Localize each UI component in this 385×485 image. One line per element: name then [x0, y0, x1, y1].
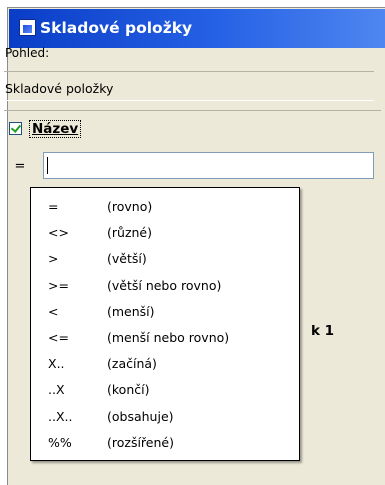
operator-menu-item[interactable]: <= (menší nebo rovno): [31, 325, 299, 351]
divider: [4, 110, 381, 111]
operator-menu-item[interactable]: ..X.. (obsahuje): [31, 404, 299, 430]
view-selector[interactable]: Skladové položky: [4, 71, 374, 101]
window-icon: [19, 19, 36, 36]
nazev-field-label[interactable]: Název: [29, 120, 82, 138]
operator-description: (různé): [107, 225, 152, 241]
operator-description: (končí): [107, 382, 150, 398]
operator-menu-item[interactable]: = (rovno): [31, 194, 299, 220]
operator-description: (větší): [107, 251, 147, 267]
operator-button[interactable]: =: [9, 156, 31, 178]
operator-symbol: >=: [48, 277, 69, 293]
operator-symbol: <=: [48, 330, 69, 345]
operator-description: (obsahuje): [107, 408, 174, 424]
operator-symbol: X..: [48, 356, 65, 372]
text-caret: [47, 157, 48, 174]
operator-menu-item[interactable]: ..X (končí): [31, 377, 299, 403]
panel-title-bar: Skladové položky: [9, 9, 385, 48]
operator-description: (menší): [107, 303, 155, 319]
operator-description: (začíná): [107, 356, 157, 372]
filter-value-input[interactable]: [43, 152, 374, 179]
operator-symbol: ..X..: [48, 408, 73, 424]
operator-symbol: %%: [48, 434, 72, 450]
operator-symbol: >: [48, 251, 59, 267]
operator-description: (rovno): [107, 199, 153, 214]
operator-symbol: <>: [48, 225, 69, 241]
operator-menu-item[interactable]: > (větší): [31, 246, 299, 272]
operator-description: (menší nebo rovno): [107, 330, 230, 345]
operator-menu-item[interactable]: X.. (začíná): [31, 351, 299, 377]
view-label: Pohled:: [5, 46, 50, 60]
operator-menu-item[interactable]: %% (rozšířené): [31, 430, 299, 456]
operator-menu-item[interactable]: >= (větší nebo rovno): [31, 273, 299, 299]
operator-description: (větší nebo rovno): [107, 277, 222, 293]
operator-symbol: =: [48, 199, 59, 214]
operator-description: (rozšířené): [107, 434, 174, 450]
operator-symbol: ..X: [48, 382, 65, 398]
operator-dropdown-menu: = (rovno) <> (různé) > (větší) >= (větší nebo r…: [30, 187, 300, 461]
background-label-partial: k 1: [311, 323, 335, 339]
nazev-checkbox[interactable]: [9, 122, 22, 135]
operator-menu-item[interactable]: <> (různé): [31, 220, 299, 246]
operator-menu-item[interactable]: < (menší): [31, 299, 299, 325]
panel-title: Skladové položky: [40, 19, 193, 37]
operator-symbol: <: [48, 303, 59, 319]
